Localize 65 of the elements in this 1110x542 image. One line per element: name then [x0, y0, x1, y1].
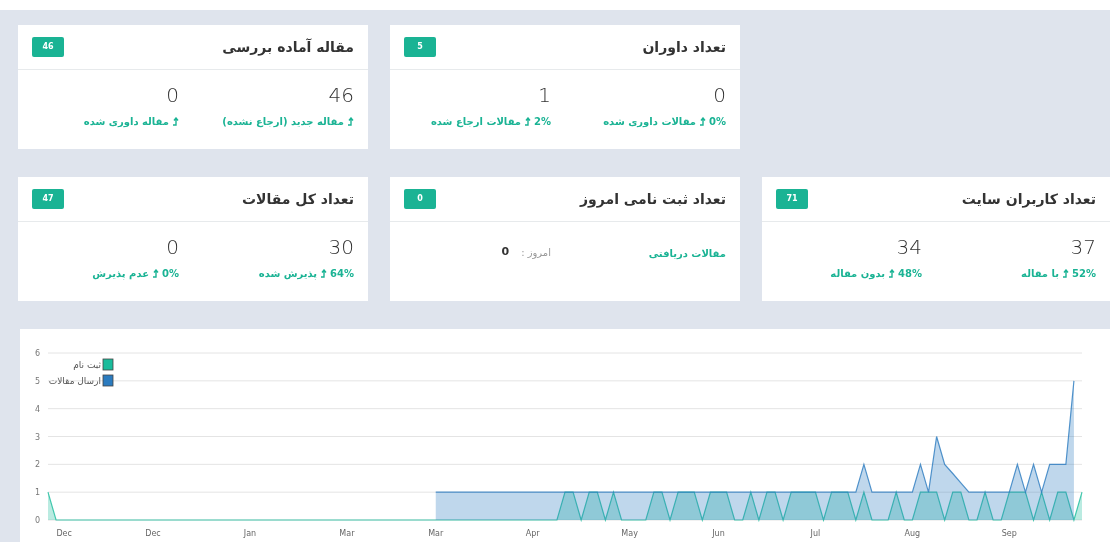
- count-badge: 0: [404, 189, 436, 209]
- stat-value: 0: [713, 82, 726, 108]
- card-title: تعداد کاربران سایت: [961, 189, 1096, 210]
- stat-label: مقاله داوری شده: [83, 115, 169, 129]
- stat-label: مقالات ارجاع شده: [430, 115, 521, 129]
- arrow-icon: [699, 117, 706, 126]
- stat-value: 37: [1070, 234, 1096, 260]
- count-badge: 71: [776, 189, 808, 209]
- x-tick-label: Jul: [810, 529, 821, 538]
- legend-swatch: [102, 374, 114, 387]
- card-title: تعداد داوران: [642, 37, 726, 58]
- x-tick-label: Jan: [243, 529, 257, 538]
- card-title: مقاله آماده بررسی: [222, 37, 354, 58]
- count-badge: 47: [32, 189, 64, 209]
- card-title: تعداد ثبت نامی امروز: [580, 189, 726, 210]
- x-tick-label: Sep: [1001, 529, 1017, 538]
- x-tick-label: Jun: [712, 529, 725, 538]
- arrow-icon: [172, 117, 179, 126]
- today-value: 0: [501, 243, 510, 260]
- legend-label: ثبت نام: [73, 360, 101, 370]
- stat-label: بدون مقاله: [830, 267, 886, 281]
- legend-label: ارسال مقالات: [48, 376, 101, 386]
- x-tick-label: Apr: [525, 529, 540, 538]
- arrow-icon: [1062, 269, 1070, 278]
- stat-value: 1: [538, 82, 551, 108]
- stat-label: عدم پذیرش: [92, 267, 149, 281]
- card-title: تعداد کل مقالات: [241, 189, 354, 209]
- y-tick-label: 2: [34, 460, 40, 470]
- stat-percent: 48%: [898, 267, 922, 281]
- stat-percent: 0%: [162, 267, 179, 281]
- stat-value: 30: [328, 234, 354, 260]
- stat-value: 0: [166, 82, 179, 108]
- arrow-icon: [524, 117, 531, 126]
- arrow-icon: [888, 269, 896, 278]
- arrow-icon: [152, 269, 159, 278]
- y-tick-label: 0: [34, 516, 40, 525]
- x-tick-label: Dec: [145, 529, 161, 538]
- x-tick-label: Mar: [428, 529, 444, 538]
- y-tick-label: 4: [34, 404, 40, 414]
- count-badge: 46: [32, 37, 64, 57]
- today-label: امروز :: [521, 245, 551, 260]
- stat-percent: 0%: [709, 115, 726, 129]
- x-tick-label: May: [621, 529, 638, 538]
- stat-value: 46: [328, 82, 354, 108]
- x-tick-label: Mar: [339, 529, 355, 538]
- legend-swatch: [102, 358, 114, 371]
- count-badge: 5: [404, 37, 436, 57]
- stat-percent: 52%: [1072, 267, 1096, 281]
- x-tick-label: Aug: [904, 529, 921, 538]
- stat-label: مقالات دریافتی: [648, 248, 726, 259]
- arrow-icon: [347, 117, 354, 126]
- y-tick-label: 1: [34, 488, 40, 498]
- stat-value: 0: [166, 234, 179, 260]
- stat-percent: 2%: [534, 115, 551, 129]
- y-tick-label: 3: [34, 432, 40, 442]
- arrow-icon: [320, 269, 328, 278]
- y-tick-label: 5: [34, 376, 40, 386]
- y-tick-label: 6: [34, 349, 40, 358]
- stat-label: پذیرش شده: [258, 267, 318, 281]
- stat-label: مقالات داوری شده: [603, 115, 696, 129]
- x-tick-label: Dec: [56, 529, 72, 538]
- stat-label: مقاله جدید (ارجاع نشده): [222, 115, 344, 129]
- stat-value: 34: [896, 234, 922, 260]
- stat-percent: 64%: [330, 267, 354, 281]
- stat-label: با مقاله: [1021, 267, 1060, 281]
